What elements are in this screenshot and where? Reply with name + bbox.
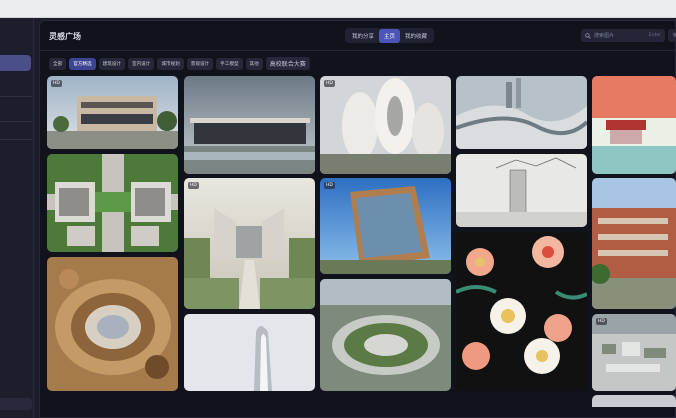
- gallery-tile-floral-art[interactable]: [456, 232, 587, 391]
- gallery-tile-partial[interactable]: [592, 395, 676, 407]
- hd-badge: HD: [324, 182, 335, 189]
- tab-my-favorites[interactable]: 我的收藏: [400, 29, 432, 43]
- gallery-tile-organic-towers[interactable]: HD: [320, 76, 451, 174]
- search-icon: [585, 32, 591, 39]
- gallery-tile-curved-sculpture[interactable]: [47, 257, 178, 391]
- category-official-picks[interactable]: 官方精选: [69, 57, 96, 70]
- category-architecture[interactable]: 建筑设计: [98, 57, 125, 70]
- gallery-tile-modern-building[interactable]: HD: [47, 76, 178, 149]
- category-handmade-model[interactable]: 手工模型: [216, 57, 243, 70]
- search-shortcut: Enter: [648, 33, 661, 38]
- category-all[interactable]: 全部: [49, 57, 67, 70]
- gallery-tile-circular-park[interactable]: [320, 279, 451, 391]
- search-placeholder: 搜索图片: [594, 33, 615, 39]
- filter-icon[interactable]: ☼: [668, 29, 676, 42]
- gallery-tile-white-tower[interactable]: [184, 314, 315, 391]
- page-title: 灵感广场: [49, 32, 81, 41]
- category-landscape[interactable]: 景观设计: [186, 57, 214, 70]
- sidebar-bottom-item[interactable]: [0, 398, 32, 410]
- sidebar-divider: [0, 96, 32, 97]
- sidebar-active-item[interactable]: [0, 55, 31, 71]
- gallery-tile-symmetrical-plan[interactable]: [47, 154, 178, 252]
- page-header: 灵感广场 我的分享 主页 我的收藏 搜索图片 Enter ☼: [40, 21, 676, 51]
- gallery-tile-flowing-city[interactable]: [456, 76, 587, 149]
- category-university-contest[interactable]: 高校联合大赛: [265, 57, 310, 70]
- category-urban-planning[interactable]: 城市规划: [157, 57, 184, 70]
- hd-badge: HD: [188, 182, 199, 189]
- search-input[interactable]: 搜索图片 Enter: [581, 29, 665, 42]
- view-toggle: 我的分享 主页 我的收藏: [345, 28, 435, 43]
- hd-badge: HD: [51, 80, 62, 87]
- browser-top-bar: [0, 0, 676, 18]
- hd-badge: HD: [324, 80, 335, 87]
- category-other[interactable]: 其他: [245, 57, 263, 70]
- tab-my-shares[interactable]: 我的分享: [347, 29, 379, 43]
- sidebar-divider: [0, 121, 32, 122]
- tab-home[interactable]: 主页: [379, 28, 401, 43]
- sidebar: [0, 18, 34, 418]
- gallery-tile-city-aerial[interactable]: HD: [592, 314, 676, 391]
- gallery-tile-red-pagoda[interactable]: [592, 76, 676, 174]
- hd-badge: HD: [596, 318, 607, 325]
- category-filter-bar: 全部 官方精选 建筑设计 室内设计 城市规划 景观设计 手工模型 其他 高校联合…: [49, 57, 310, 70]
- gallery-tile-brick-campus[interactable]: [592, 178, 676, 309]
- category-interior[interactable]: 室内设计: [127, 57, 155, 70]
- gallery-tile-sketch-tower[interactable]: [456, 154, 587, 227]
- gallery-tile-campus-gate[interactable]: HD: [184, 178, 315, 309]
- gallery-tile-glass-pavilion[interactable]: [184, 76, 315, 174]
- sidebar-divider: [0, 139, 32, 140]
- gallery-tile-timber-glass-office[interactable]: HD: [320, 178, 451, 274]
